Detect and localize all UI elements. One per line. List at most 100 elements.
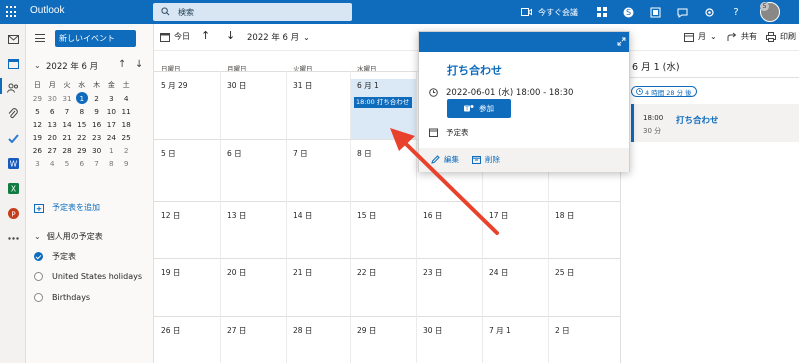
- search-box[interactable]: 検索: [153, 3, 352, 21]
- more-apps-icon[interactable]: [6, 231, 20, 245]
- day-cell-date[interactable]: 13 日: [227, 210, 246, 221]
- mini-calendar-day[interactable]: 9: [89, 105, 104, 118]
- mini-calendar-day[interactable]: 31: [60, 92, 75, 105]
- mini-calendar-day[interactable]: 6: [45, 105, 60, 118]
- mini-calendar-day[interactable]: 1: [104, 144, 119, 157]
- share-button[interactable]: 共有: [727, 31, 757, 42]
- today-button[interactable]: 今日: [160, 31, 190, 42]
- app-launcher-icon[interactable]: [6, 6, 18, 18]
- day-cell-date[interactable]: 12 日: [161, 210, 180, 221]
- calendar-item-birthdays[interactable]: Birthdays: [34, 293, 90, 302]
- mini-calendar-day[interactable]: 22: [74, 131, 89, 144]
- mini-calendar-day[interactable]: 14: [60, 118, 75, 131]
- day-cell-date[interactable]: 6 月 1: [357, 80, 379, 91]
- day-cell-date[interactable]: 27 日: [227, 325, 246, 336]
- day-cell-date[interactable]: 17 日: [489, 210, 508, 221]
- mini-calendar-day[interactable]: 12: [30, 118, 45, 131]
- day-cell-date[interactable]: 18 日: [555, 210, 574, 221]
- next-month-arrow-icon[interactable]: ↓: [135, 59, 143, 70]
- previous-arrow-icon[interactable]: ↑: [201, 29, 210, 42]
- mini-calendar-day[interactable]: 26: [30, 144, 45, 157]
- day-cell-date[interactable]: 24 日: [489, 267, 508, 278]
- mini-calendar-day[interactable]: 11: [119, 105, 134, 118]
- day-cell-date[interactable]: 21 日: [293, 267, 312, 278]
- feedback-icon[interactable]: [675, 5, 689, 19]
- day-cell-date[interactable]: 5 月 29: [161, 80, 188, 91]
- app-title[interactable]: Outlook: [30, 5, 64, 16]
- calendar-checkbox[interactable]: [34, 252, 43, 261]
- next-arrow-icon[interactable]: ↓: [226, 29, 235, 42]
- mini-calendar-day[interactable]: 7: [60, 105, 75, 118]
- day-cell-date[interactable]: 25 日: [555, 267, 574, 278]
- calendar-item-main[interactable]: 予定表: [34, 251, 76, 262]
- expand-icon[interactable]: [617, 37, 626, 46]
- add-calendar-link[interactable]: 予定表を追加: [34, 202, 100, 213]
- attachment-icon[interactable]: [6, 106, 20, 120]
- day-cell-date[interactable]: 22 日: [357, 267, 376, 278]
- new-event-button[interactable]: 新しいイベント: [55, 30, 136, 47]
- day-cell-date[interactable]: 26 日: [161, 325, 180, 336]
- mini-calendar-day[interactable]: 21: [60, 131, 75, 144]
- mini-calendar-day[interactable]: 4: [119, 92, 134, 105]
- day-cell-date[interactable]: 16 日: [423, 210, 442, 221]
- office-icon[interactable]: [648, 5, 662, 19]
- calendar-checkbox[interactable]: [34, 272, 43, 281]
- day-cell-date[interactable]: 5 日: [161, 148, 176, 159]
- month-picker[interactable]: 2022 年 6 月 ⌄: [247, 31, 310, 44]
- mini-calendar-day[interactable]: 3: [104, 92, 119, 105]
- help-icon[interactable]: ?: [729, 5, 743, 19]
- mini-calendar-day[interactable]: 2: [89, 92, 104, 105]
- mini-calendar-day[interactable]: 13: [45, 118, 60, 131]
- mini-calendar-day[interactable]: 19: [30, 131, 45, 144]
- word-icon[interactable]: W: [6, 156, 20, 170]
- previous-month-arrow-icon[interactable]: ↑: [118, 59, 126, 70]
- mini-calendar-day[interactable]: 4: [45, 157, 60, 170]
- skype-icon[interactable]: S: [621, 5, 635, 19]
- calendar-group-header[interactable]: ⌄ 個人用の予定表: [34, 231, 103, 242]
- day-cell-date[interactable]: 30 日: [227, 80, 246, 91]
- excel-icon[interactable]: X: [6, 181, 20, 195]
- join-teams-button[interactable]: T 参加: [447, 99, 511, 118]
- delete-button[interactable]: 削除: [472, 154, 500, 165]
- menu-icon[interactable]: [35, 34, 45, 42]
- day-cell-date[interactable]: 7 日: [293, 148, 308, 159]
- mini-calendar-day[interactable]: 10: [104, 105, 119, 118]
- todo-check-icon[interactable]: [6, 131, 20, 145]
- day-cell-date[interactable]: 8 日: [357, 148, 372, 159]
- day-cell-date[interactable]: 30 日: [423, 325, 442, 336]
- apps-grid-icon[interactable]: [595, 5, 609, 19]
- calendar-checkbox[interactable]: [34, 293, 43, 302]
- mini-calendar-day[interactable]: 30: [89, 144, 104, 157]
- mini-calendar-day[interactable]: 18: [119, 118, 134, 131]
- day-cell-date[interactable]: 15 日: [357, 210, 376, 221]
- mini-calendar-day[interactable]: 8: [74, 105, 89, 118]
- mini-calendar-day[interactable]: 5: [60, 157, 75, 170]
- day-cell-date[interactable]: 31 日: [293, 80, 312, 91]
- mini-calendar-day[interactable]: 29: [30, 92, 45, 105]
- mini-calendar-day[interactable]: 17: [104, 118, 119, 131]
- mini-calendar-day[interactable]: 27: [45, 144, 60, 157]
- day-cell-date[interactable]: 28 日: [293, 325, 312, 336]
- mini-calendar-today[interactable]: 1: [74, 92, 89, 105]
- day-cell-date[interactable]: 29 日: [357, 325, 376, 336]
- settings-gear-icon[interactable]: [702, 5, 716, 19]
- mini-calendar-day[interactable]: 2: [119, 144, 134, 157]
- day-cell-date[interactable]: 14 日: [293, 210, 312, 221]
- mini-calendar-day[interactable]: 16: [89, 118, 104, 131]
- day-cell-date[interactable]: 6 日: [227, 148, 242, 159]
- day-cell-date[interactable]: 7 月 1: [489, 325, 511, 336]
- print-button[interactable]: 印刷: [766, 31, 796, 42]
- day-cell-date[interactable]: 2 日: [555, 325, 570, 336]
- mini-calendar-day[interactable]: 15: [74, 118, 89, 131]
- mini-calendar-day[interactable]: 7: [89, 157, 104, 170]
- view-switcher[interactable]: 月 ⌄: [684, 31, 717, 42]
- people-icon[interactable]: [6, 81, 20, 95]
- collapse-chevron-icon[interactable]: ⌄: [34, 61, 41, 70]
- mail-icon[interactable]: [6, 32, 20, 46]
- event-chip[interactable]: 18:00 打ち合わせ: [354, 97, 412, 108]
- mini-calendar-day[interactable]: 3: [30, 157, 45, 170]
- day-cell-date[interactable]: 23 日: [423, 267, 442, 278]
- day-cell-date[interactable]: 19 日: [161, 267, 180, 278]
- mini-calendar-day[interactable]: 6: [74, 157, 89, 170]
- mini-calendar-day[interactable]: 30: [45, 92, 60, 105]
